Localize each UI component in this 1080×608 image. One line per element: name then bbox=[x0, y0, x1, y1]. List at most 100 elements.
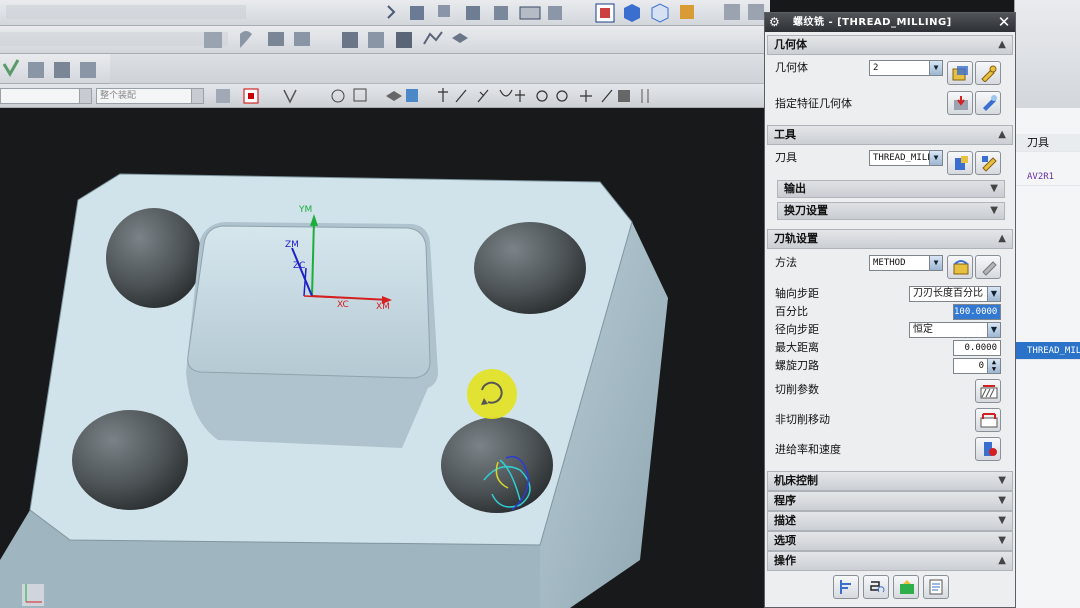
verify-button[interactable] bbox=[893, 575, 919, 599]
chevron-down-icon: ▼ bbox=[998, 475, 1006, 486]
row-radial-step: 径向步距 恒定 ▼ bbox=[775, 321, 1011, 339]
radial-step-label: 径向步距 bbox=[775, 323, 819, 336]
navigator-row-thread-mill[interactable]: THREAD_MILL bbox=[1015, 342, 1080, 360]
chevron-down-icon: ▼ bbox=[998, 495, 1006, 506]
section-machine-control-label: 机床控制 bbox=[774, 474, 818, 487]
percent-input[interactable]: 100.0000 bbox=[953, 304, 1001, 320]
tool-icons-group bbox=[387, 3, 764, 23]
chevron-down-icon: ▼ bbox=[998, 535, 1006, 546]
section-machine-control[interactable]: 机床控制 ▼ bbox=[767, 471, 1013, 491]
section-program-label: 程序 bbox=[774, 494, 796, 507]
chevron-up-icon: ▲ bbox=[998, 39, 1006, 50]
select-feature-button[interactable] bbox=[947, 91, 973, 115]
generate-button[interactable] bbox=[833, 575, 859, 599]
edit-method-button[interactable] bbox=[975, 255, 1001, 279]
toolbar-row-3-icons[interactable] bbox=[0, 54, 770, 84]
chevron-down-icon: ▼ bbox=[998, 515, 1006, 526]
stepper-arrows-icon[interactable]: ▲ ▼ bbox=[987, 359, 1000, 373]
chevron-down-icon: ▼ bbox=[929, 61, 942, 75]
thread-milling-dialog: 螺纹铣 - [THREAD_MILLING] ⚙ ✕ 几何体 ▲ 几何体 2 ▼ 指… bbox=[764, 12, 1016, 608]
gear-icon[interactable]: ⚙ bbox=[769, 15, 783, 29]
method-select-value: METHOD bbox=[873, 258, 906, 268]
chevron-down-icon: ▼ bbox=[990, 183, 998, 194]
new-tool-button[interactable] bbox=[947, 151, 973, 175]
navigator-toolbar bbox=[1015, 0, 1080, 108]
navigator-row-av2r1[interactable]: AV2R1 bbox=[1015, 168, 1080, 186]
section-actions-label: 操作 bbox=[774, 554, 796, 567]
spiral-paths-label: 螺旋刀路 bbox=[775, 359, 819, 372]
subsection-output-label: 输出 bbox=[784, 182, 806, 195]
new-geometry-button[interactable] bbox=[947, 61, 973, 85]
non-cut-label: 非切削移动 bbox=[775, 413, 830, 426]
spiral-paths-stepper[interactable]: 0 ▲ ▼ bbox=[953, 358, 1001, 374]
toolbar-row-2 bbox=[0, 26, 770, 54]
display-feature-button[interactable] bbox=[975, 91, 1001, 115]
subsection-tool-change-label: 换刀设置 bbox=[784, 204, 828, 217]
method-select[interactable]: METHOD ▼ bbox=[869, 255, 943, 271]
section-path-settings-label: 刀轨设置 bbox=[774, 232, 818, 245]
graphics-viewport[interactable]: YM ZM ZC XC XM bbox=[0, 108, 770, 608]
section-geometry-label: 几何体 bbox=[774, 38, 807, 51]
radial-step-value: 恒定 bbox=[913, 324, 933, 335]
section-geometry[interactable]: 几何体 ▲ bbox=[767, 35, 1013, 55]
selection-scope-value: 整个装配 bbox=[100, 91, 137, 101]
section-program[interactable]: 程序 ▼ bbox=[767, 491, 1013, 511]
tool-select[interactable]: THREAD_MILL ▼ bbox=[869, 150, 943, 166]
chevron-down-icon: ▼ bbox=[929, 151, 942, 165]
axial-step-select[interactable]: 刀刃长度百分比 ▼ bbox=[909, 286, 1001, 302]
rotate-cursor-highlight bbox=[467, 369, 517, 419]
chevron-down-icon bbox=[79, 89, 91, 103]
axial-step-value: 刀刃长度百分比 bbox=[913, 288, 983, 299]
subsection-tool-change[interactable]: 换刀设置 ▼ bbox=[777, 202, 1005, 220]
toolbar-row-1 bbox=[0, 0, 770, 26]
edit-geometry-button[interactable] bbox=[975, 61, 1001, 85]
operation-navigator: 刀具 AV2R1 THREAD_MILL bbox=[1014, 0, 1080, 608]
nx-cam-window: 整个装配 YM ZM ZC XC XM 刀具 AV2R1 THREAD_MIL … bbox=[0, 0, 1080, 608]
row-max-distance: 最大距离 0.0000 bbox=[775, 339, 1011, 357]
tool-select-value: THREAD_MILL bbox=[873, 153, 933, 163]
filter-type-combo[interactable] bbox=[0, 88, 92, 104]
method-label: 方法 bbox=[775, 256, 797, 269]
part-model[interactable] bbox=[0, 108, 770, 608]
chevron-down-icon: ▼ bbox=[987, 323, 1000, 337]
view-triad-icon bbox=[22, 584, 44, 606]
toolbar-row-1-icons[interactable] bbox=[0, 0, 770, 26]
specify-feature-label: 指定特征几何体 bbox=[775, 97, 852, 110]
close-button[interactable]: ✕ bbox=[996, 14, 1012, 30]
max-distance-input[interactable]: 0.0000 bbox=[953, 340, 1001, 356]
axis-label-xm: XM bbox=[376, 302, 390, 312]
hole-top-right bbox=[474, 222, 586, 314]
edit-tool-button[interactable] bbox=[975, 151, 1001, 175]
navigator-column-tool[interactable]: 刀具 bbox=[1015, 134, 1080, 152]
spiral-paths-value: 0 bbox=[978, 361, 984, 371]
percent-label: 百分比 bbox=[775, 305, 808, 318]
boss-top-face bbox=[187, 225, 431, 379]
feeds-speeds-button[interactable] bbox=[975, 437, 1001, 461]
radial-step-select[interactable]: 恒定 ▼ bbox=[909, 322, 1001, 338]
axial-step-label: 轴向步距 bbox=[775, 287, 819, 300]
geometry-select-value: 2 bbox=[873, 63, 879, 73]
replay-button[interactable] bbox=[863, 575, 889, 599]
axis-label-xc: XC bbox=[337, 300, 349, 310]
actions-row bbox=[767, 571, 1013, 607]
section-description[interactable]: 描述 ▼ bbox=[767, 511, 1013, 531]
row-spiral-paths: 螺旋刀路 0 ▲ ▼ bbox=[775, 357, 1011, 375]
new-method-button[interactable] bbox=[947, 255, 973, 279]
non-cut-moves-button[interactable] bbox=[975, 408, 1001, 432]
subsection-output[interactable]: 输出 ▼ bbox=[777, 180, 1005, 198]
section-description-label: 描述 bbox=[774, 514, 796, 527]
section-actions[interactable]: 操作 ▲ bbox=[767, 551, 1013, 571]
list-button[interactable] bbox=[923, 575, 949, 599]
selection-scope-combo[interactable]: 整个装配 bbox=[96, 88, 204, 104]
axis-label-zm: ZM bbox=[285, 240, 299, 250]
toolbar-row-2-icons[interactable] bbox=[0, 26, 770, 54]
snap-icons[interactable] bbox=[210, 84, 770, 108]
selection-bar: 整个装配 bbox=[0, 84, 770, 108]
cut-params-button[interactable] bbox=[975, 379, 1001, 403]
section-options[interactable]: 选项 ▼ bbox=[767, 531, 1013, 551]
hole-bottom-left bbox=[72, 410, 188, 510]
section-path-settings[interactable]: 刀轨设置 ▲ bbox=[767, 229, 1013, 249]
geometry-select[interactable]: 2 ▼ bbox=[869, 60, 943, 76]
chevron-down-icon: ▼ bbox=[929, 256, 942, 270]
section-tool[interactable]: 工具 ▲ bbox=[767, 125, 1013, 145]
